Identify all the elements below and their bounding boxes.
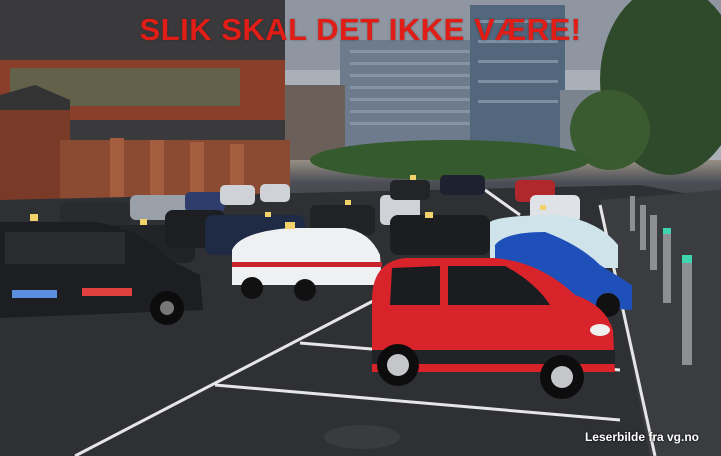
black-sedan bbox=[390, 215, 490, 255]
headline-caption: SLIK SKAL DET IKKE VÆRE! bbox=[139, 12, 582, 47]
parking-lot-photo bbox=[0, 0, 721, 456]
photo-scene: SLIK SKAL DET IKKE VÆRE! Leserbilde fra … bbox=[0, 0, 721, 456]
photo-credit: Leserbilde fra vg.no bbox=[584, 430, 699, 444]
manhole bbox=[324, 425, 400, 449]
